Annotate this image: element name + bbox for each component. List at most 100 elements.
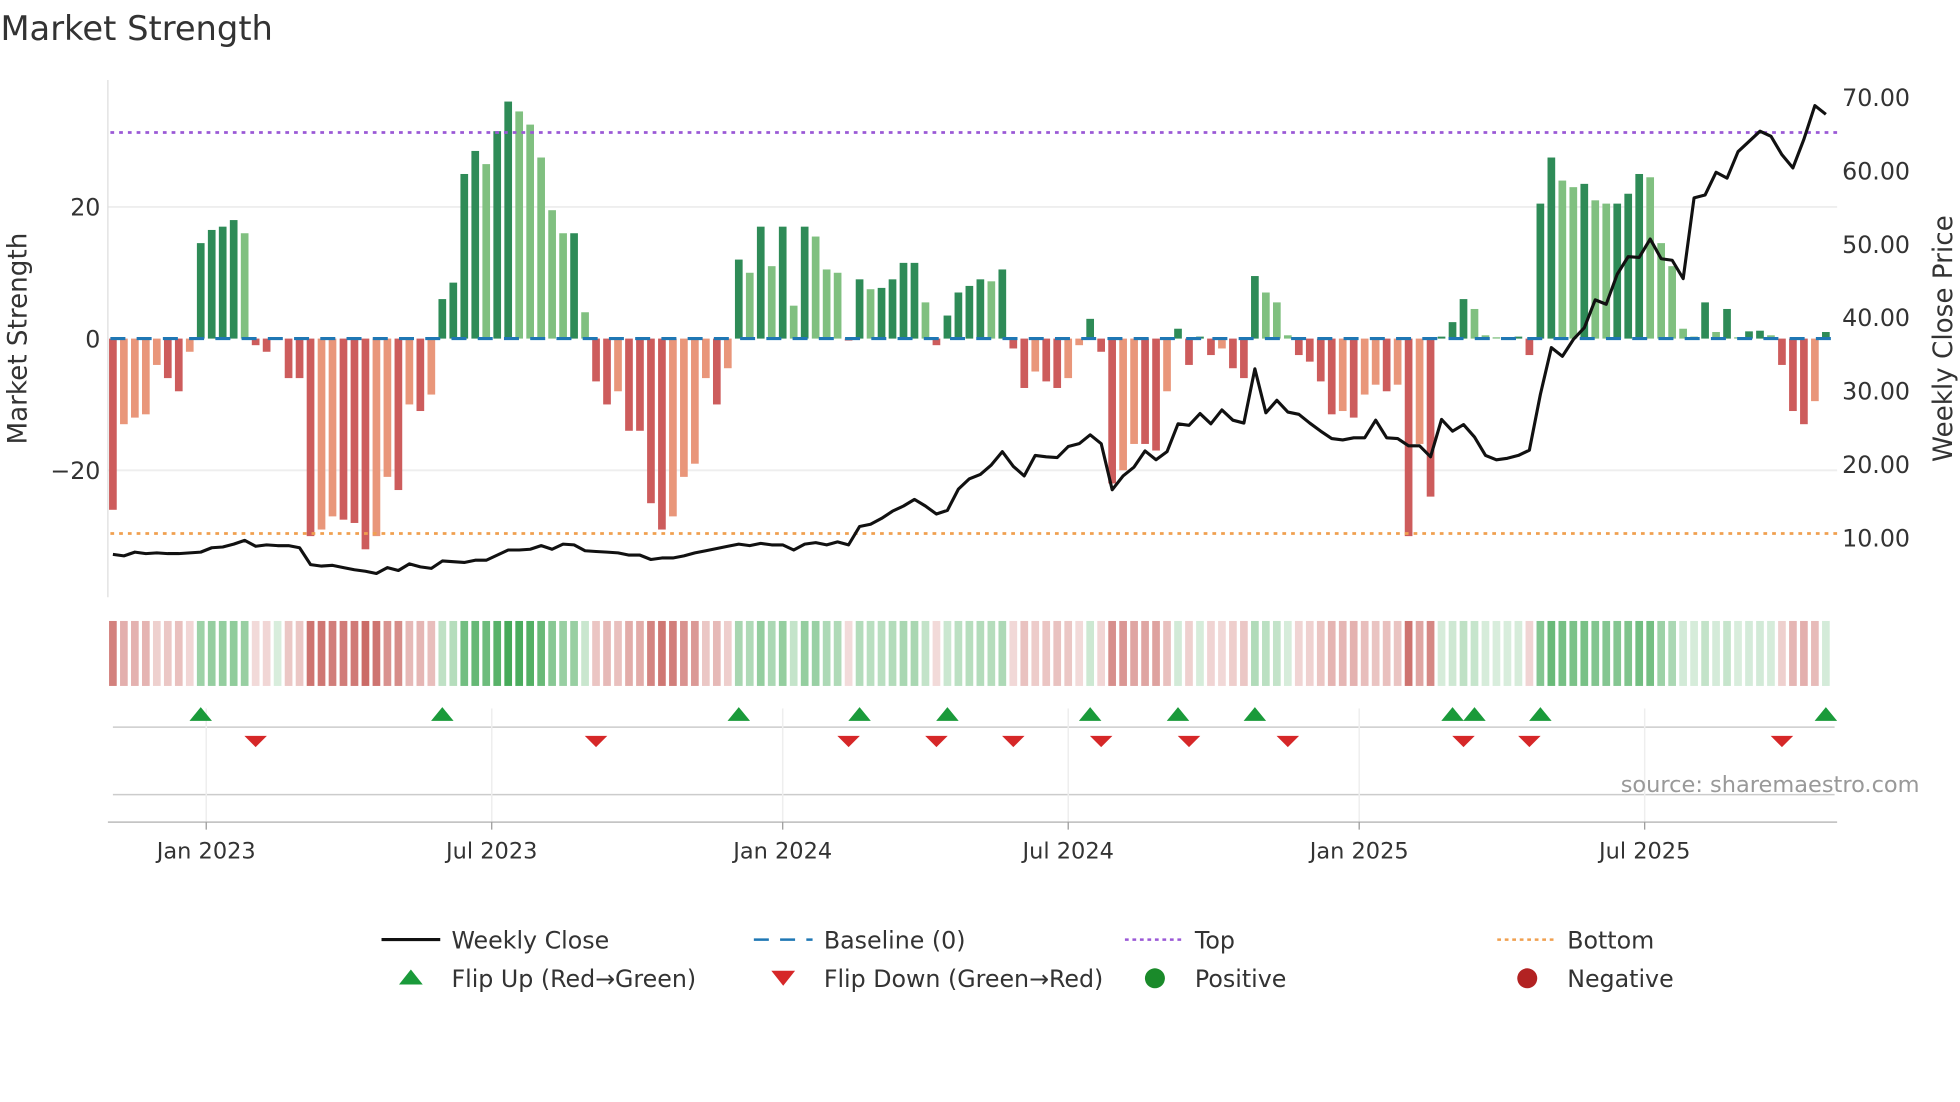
heat-cell (833, 620, 842, 686)
heat-cell (1305, 620, 1314, 686)
strength-bar (1800, 338, 1808, 425)
x-tick-label: Jan 2024 (731, 838, 832, 864)
heat-cell (460, 620, 469, 686)
heat-cell (767, 620, 776, 686)
strength-bar (262, 338, 271, 352)
strength-bar (734, 259, 743, 339)
heat-cell (1470, 620, 1479, 686)
strength-bar (943, 315, 952, 339)
strength-bar (702, 338, 710, 379)
legend-label: Top (1194, 926, 1235, 954)
heat-cell (328, 620, 337, 686)
y-tick-label-right: 30.00 (1842, 378, 1910, 406)
strength-bar (1525, 338, 1534, 356)
heat-cell (910, 620, 919, 686)
strength-bar (1141, 338, 1149, 444)
strength-bar (1426, 338, 1435, 497)
strength-bar (394, 338, 403, 491)
flip-up-marker (1166, 707, 1190, 721)
legend-label: Baseline (0) (824, 926, 966, 954)
flip-up-marker (1814, 707, 1838, 721)
heat-cell (1174, 620, 1182, 686)
strength-bar (240, 233, 249, 339)
heat-cell (1723, 620, 1731, 686)
x-tick-label: Jul 2024 (1020, 838, 1113, 864)
heat-cell (1657, 620, 1666, 686)
strength-bar (998, 269, 1007, 339)
strength-bar (1789, 338, 1797, 412)
strength-bar (152, 338, 161, 365)
heat-cell (1097, 620, 1105, 686)
heat-cell (1053, 620, 1062, 686)
strength-bar (1558, 180, 1567, 339)
heat-cell (1437, 620, 1446, 686)
heat-cell (712, 620, 721, 686)
strength-bar (592, 338, 600, 382)
strength-bar (855, 279, 864, 339)
strength-bar (1624, 193, 1633, 339)
strength-bars (109, 101, 1830, 550)
strength-bar (614, 338, 622, 392)
heat-cell (1075, 620, 1084, 686)
heat-cell (778, 620, 787, 686)
strength-bar (1108, 338, 1116, 484)
heat-cell (1525, 620, 1534, 686)
heat-cell (1448, 620, 1457, 686)
strength-bar (976, 279, 985, 339)
strength-bar (218, 226, 227, 339)
strength-bar (723, 338, 732, 369)
strength-bar (174, 338, 183, 392)
strength-bar (866, 289, 875, 339)
strength-bar (1492, 337, 1501, 339)
strength-bar (625, 338, 633, 431)
y-axis-label-right: Weekly Close Price (1929, 215, 1959, 462)
heat-cell (987, 620, 996, 686)
heat-cell (976, 620, 985, 686)
strength-bar (163, 338, 172, 379)
strength-bar (537, 157, 545, 339)
heat-cell (141, 620, 150, 686)
heat-cell (504, 620, 513, 686)
heat-cell (1789, 620, 1797, 686)
flip-up-marker (848, 707, 871, 721)
strength-bar (449, 282, 458, 339)
heat-cell (1360, 620, 1369, 686)
heat-cell (998, 620, 1007, 686)
strength-bar (526, 124, 534, 339)
heat-cell (1382, 620, 1391, 686)
heat-cell (1646, 620, 1655, 686)
strength-bar (1470, 308, 1479, 339)
flip-up-marker (431, 707, 454, 721)
strength-bar (899, 262, 908, 339)
strength-bar (658, 338, 666, 530)
flip-down-marker (244, 735, 267, 748)
heat-cell (603, 620, 611, 686)
strength-bar (1053, 338, 1062, 388)
strength-bar (1086, 318, 1095, 339)
strength-bar (745, 272, 754, 339)
heat-cell (592, 620, 600, 686)
heat-cell (1514, 620, 1523, 686)
strength-bar (438, 299, 447, 339)
heat-cell (1547, 620, 1556, 686)
flip-down-marker (1276, 735, 1300, 748)
heat-cell (1185, 620, 1193, 686)
strength-bar (1547, 157, 1556, 339)
heat-cell (1459, 620, 1468, 686)
heat-cell (229, 620, 238, 686)
strength-bar (504, 101, 513, 339)
heat-cell (1086, 620, 1095, 686)
y-tick-label-right: 20.00 (1842, 451, 1910, 479)
strength-bar (1349, 338, 1358, 418)
heat-cell (1064, 620, 1073, 686)
strength-bar (1448, 322, 1457, 339)
flip-down-marker (1770, 735, 1794, 748)
heat-cell (493, 620, 502, 686)
strength-bar (1130, 338, 1138, 444)
heat-cell (844, 620, 853, 686)
x-tick-label: Jul 2023 (444, 838, 537, 864)
heat-cell (526, 620, 534, 686)
strength-bar (1305, 338, 1314, 362)
strength-bar (229, 220, 238, 339)
strength-bar (910, 262, 919, 339)
